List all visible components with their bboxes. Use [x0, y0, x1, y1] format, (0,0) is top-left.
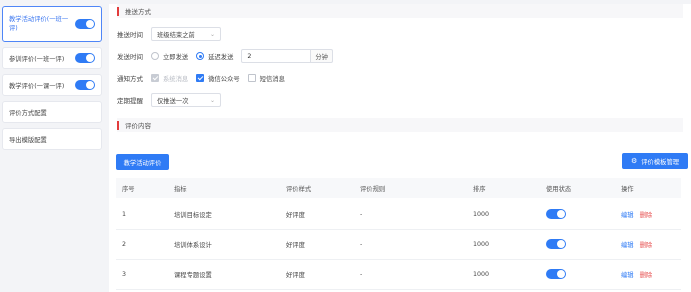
send-delay-radio[interactable]: 延迟发送 [196, 52, 233, 61]
button-label: 评价模板管理 [641, 158, 680, 166]
checkbox-icon [247, 74, 256, 82]
cell-index: 2 [122, 241, 127, 248]
toggle-switch[interactable] [546, 238, 566, 249]
send-now-radio[interactable]: 立即发送 [151, 52, 188, 61]
column-header: 序号 [122, 185, 135, 193]
cell-indicator: 培训体系设计 [174, 242, 212, 249]
column-header: 排序 [473, 185, 486, 193]
remind-select[interactable]: 仅推送一次 ⌄ [151, 93, 221, 107]
cell-order: 1000 [473, 241, 490, 248]
column-header: 评价样式 [286, 185, 312, 193]
sidebar-item-label: 教学活动评价(一班一评) [9, 16, 69, 32]
edit-link[interactable]: 编辑 [621, 272, 634, 279]
cell-indicator: 培训目标设定 [174, 212, 212, 219]
notify-sms-checkbox[interactable]: 短信消息 [247, 74, 285, 83]
template-manage-button[interactable]: ⚙ 评价模板管理 [622, 153, 688, 169]
status-toggle[interactable] [546, 208, 566, 221]
content-section-header: 评价内容 [117, 118, 683, 132]
sidebar-item-teaching-activity-eval[interactable]: 教学活动评价(一班一评) [2, 6, 102, 42]
notify-wechat-checkbox[interactable]: 微信公众号 [196, 74, 240, 83]
column-header: 评价规则 [360, 185, 386, 193]
table-row: 1 培训目标设定 好评度 - 1000 编辑 删除 [116, 200, 681, 230]
cell-rule: - [360, 271, 363, 278]
table-header: 序号 指标 评价样式 评价规则 排序 使用状态 操作 [116, 178, 681, 198]
remind-row: 定期提醒 仅推送一次 ⌄ [117, 89, 691, 111]
notify-system-checkbox: 系统消息 [151, 74, 188, 83]
cell-indicator: 课程专题设置 [174, 272, 212, 279]
remind-label: 定期提醒 [117, 97, 143, 105]
table-row: 2 培训体系设计 好评度 - 1000 编辑 删除 [116, 230, 681, 260]
delete-link[interactable]: 删除 [640, 272, 653, 279]
cell-index: 1 [122, 211, 127, 218]
select-value: 班级结束之前 [157, 31, 195, 39]
section-marker [117, 120, 119, 130]
checkbox-label: 短信消息 [259, 75, 285, 83]
delete-link[interactable]: 删除 [640, 212, 653, 219]
section-title: 推送方式 [125, 8, 151, 16]
toggle-switch[interactable] [546, 208, 566, 219]
status-toggle[interactable] [546, 238, 566, 251]
sidebar-item-trainee-eval[interactable]: 参训评价(一班一评) [2, 47, 102, 69]
cell-style: 好评度 [286, 212, 305, 219]
add-teaching-eval-button[interactable]: 教学活动评价 [116, 154, 169, 170]
sidebar-item-label: 评价方式配置 [9, 109, 47, 117]
sidebar: 教学活动评价(一班一评) 参训评价(一班一评) 教学评价(一课一评) 评价方式配… [0, 0, 106, 292]
push-time-row: 推送时间 班级结束之前 ⌄ [117, 23, 691, 45]
checkbox-label: 系统消息 [163, 75, 189, 83]
status-toggle[interactable] [546, 268, 566, 281]
sidebar-item-eval-method-config[interactable]: 评价方式配置 [2, 101, 102, 123]
delay-input[interactable]: 2 [241, 49, 312, 63]
chevron-down-icon: ⌄ [209, 30, 215, 38]
toggle-switch[interactable] [75, 19, 95, 29]
sidebar-item-label: 教学评价(一课一评) [9, 82, 65, 90]
table-row: 3 课程专题设置 好评度 - 1000 编辑 删除 [116, 260, 681, 290]
chevron-down-icon: ⌄ [209, 96, 215, 104]
cell-order: 1000 [473, 211, 490, 218]
actions: 编辑 删除 [621, 210, 652, 219]
push-time-label: 推送时间 [117, 31, 143, 39]
cell-rule: - [360, 241, 363, 248]
cell-style: 好评度 [286, 272, 305, 279]
select-value: 仅推送一次 [157, 97, 189, 105]
cell-index: 3 [122, 271, 127, 278]
column-header: 指标 [174, 185, 187, 193]
radio-label: 延迟发送 [208, 53, 234, 61]
actions: 编辑 删除 [621, 240, 652, 249]
gear-icon: ⚙ [630, 157, 638, 165]
push-time-select[interactable]: 班级结束之前 ⌄ [151, 27, 221, 41]
send-time-label: 发送时间 [117, 53, 143, 61]
checkbox-icon [151, 74, 159, 82]
checkbox-checked-icon [196, 74, 205, 82]
radio-icon [151, 52, 159, 60]
section-title: 评价内容 [125, 122, 151, 130]
sidebar-item-export-template-config[interactable]: 导出模版配置 [2, 128, 102, 150]
delay-unit: 分钟 [311, 49, 333, 63]
toggle-switch[interactable] [75, 80, 95, 90]
section-marker [117, 6, 119, 16]
edit-link[interactable]: 编辑 [621, 212, 634, 219]
checkbox-label: 微信公众号 [208, 75, 240, 83]
push-section-header: 推送方式 [117, 4, 683, 18]
notify-row: 通知方式 系统消息 微信公众号 短信消息 [117, 67, 691, 89]
cell-order: 1000 [473, 271, 490, 278]
edit-link[interactable]: 编辑 [621, 242, 634, 249]
cell-rule: - [360, 211, 363, 218]
actions: 编辑 删除 [621, 270, 652, 279]
toggle-switch[interactable] [546, 268, 566, 279]
radio-label: 立即发送 [163, 53, 189, 61]
cell-style: 好评度 [286, 242, 305, 249]
column-header: 操作 [621, 185, 634, 193]
column-header: 使用状态 [546, 185, 572, 193]
toggle-switch[interactable] [75, 53, 95, 63]
sidebar-item-course-eval[interactable]: 教学评价(一课一评) [2, 74, 102, 96]
radio-checked-icon [196, 52, 205, 60]
delete-link[interactable]: 删除 [640, 242, 653, 249]
notify-label: 通知方式 [117, 75, 143, 83]
send-time-row: 发送时间 立即发送 延迟发送 2 分钟 [117, 45, 691, 67]
sidebar-item-label: 导出模版配置 [9, 136, 47, 144]
sidebar-item-label: 参训评价(一班一评) [9, 55, 65, 63]
